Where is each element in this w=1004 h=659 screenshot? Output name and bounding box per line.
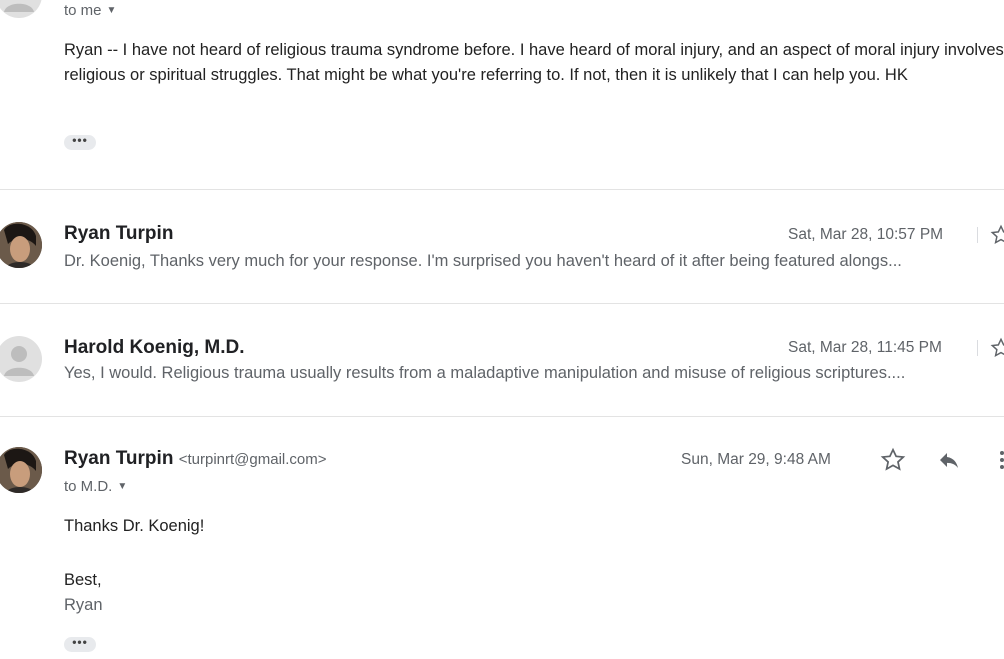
- default-avatar-icon: [4, 346, 34, 376]
- reply-icon[interactable]: [936, 448, 962, 472]
- chevron-down-icon[interactable]: ▼: [117, 481, 127, 492]
- sender-name: Harold Koenig, M.D.: [64, 337, 245, 358]
- show-trimmed-content-button[interactable]: •••: [64, 134, 96, 150]
- avatar[interactable]: [0, 336, 42, 382]
- star-icon[interactable]: [990, 337, 1004, 359]
- avatar[interactable]: [0, 0, 42, 18]
- message-date: Sun, Mar 29, 9:48 AM: [681, 451, 831, 468]
- chevron-down-icon[interactable]: ▼: [107, 5, 117, 16]
- recipient-line[interactable]: to M.D. ▼: [64, 478, 127, 495]
- sender-name: Ryan Turpin: [64, 223, 174, 244]
- signature: Ryan: [64, 596, 103, 614]
- default-avatar-icon: [4, 3, 34, 12]
- separator: [977, 227, 978, 243]
- profile-photo: [0, 447, 42, 493]
- separator: [977, 340, 978, 356]
- avatar[interactable]: [0, 222, 42, 268]
- show-trimmed-content-button[interactable]: •••: [64, 636, 96, 652]
- sender-name: Ryan Turpin: [64, 448, 174, 469]
- message-body-line: Best,: [64, 571, 102, 589]
- recipient-line[interactable]: to me ▼: [64, 2, 116, 19]
- avatar[interactable]: [0, 447, 42, 493]
- sender-header: Ryan Turpin <turpinrt@gmail.com>: [64, 448, 327, 470]
- divider: [0, 303, 1004, 304]
- sender-email: <turpinrt@gmail.com>: [178, 451, 327, 468]
- message-snippet: Yes, I would. Religious trauma usually r…: [64, 364, 906, 382]
- more-options-icon[interactable]: [996, 448, 1004, 472]
- profile-photo: [0, 222, 42, 268]
- message-date: Sat, Mar 28, 10:57 PM: [788, 226, 944, 243]
- message-snippet: Dr. Koenig, Thanks very much for your re…: [64, 252, 902, 270]
- star-icon[interactable]: [880, 447, 906, 473]
- message-body-line: Thanks Dr. Koenig!: [64, 517, 205, 535]
- message-date: Sat, Mar 28, 11:45 PM: [788, 339, 942, 356]
- star-icon[interactable]: [990, 224, 1004, 246]
- message-body: Ryan -- I have not heard of religious tr…: [64, 41, 1004, 84]
- divider: [0, 189, 1004, 190]
- divider: [0, 416, 1004, 417]
